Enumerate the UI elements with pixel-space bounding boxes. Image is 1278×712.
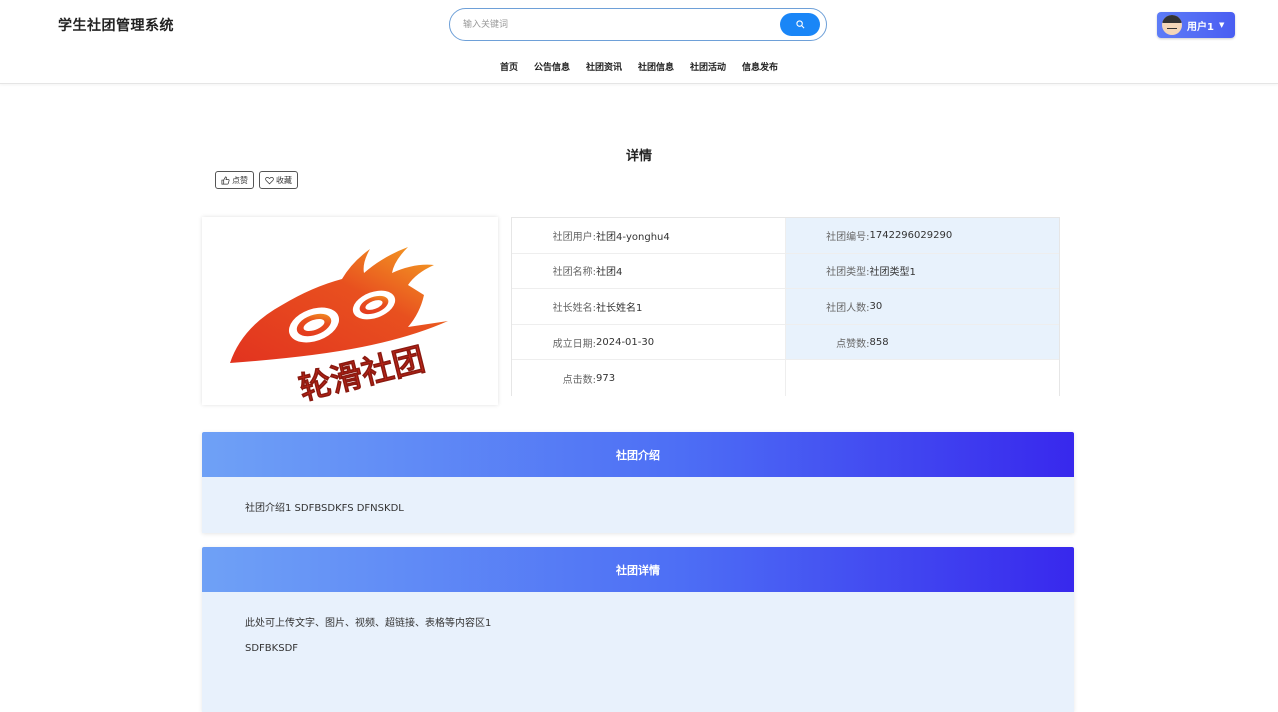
main-nav: 首页 公告信息 社团资讯 社团信息 社团活动 信息发布 (0, 60, 1278, 73)
founded-date-value: 2024-01-30 (596, 336, 655, 348)
club-detail-section: 社团详情 此处可上传文字、图片、视频、超链接、表格等内容区1 SDFBKSDF (202, 547, 1074, 712)
club-name-label: 社团名称: (552, 267, 596, 279)
like-count-label: 点赞数: (836, 338, 870, 350)
nav-home[interactable]: 首页 (500, 60, 518, 73)
user-menu-button[interactable]: 用户1 ▼ (1157, 12, 1235, 38)
club-type-label: 社团类型: (826, 267, 870, 279)
nav-club-activities[interactable]: 社团活动 (690, 60, 726, 73)
nav-announcements[interactable]: 公告信息 (534, 60, 570, 73)
user-name: 用户1 (1187, 21, 1214, 33)
club-user-value: 社团4-yonghu4 (596, 231, 670, 243)
top-header: 学生社团管理系统 用户1 ▼ 首页 公告信息 社团资讯 社团信息 社团活动 信息… (0, 0, 1278, 84)
click-count-label: 点击数: (562, 374, 596, 386)
nav-club-news[interactable]: 社团资讯 (586, 60, 622, 73)
club-user-label: 社团用户: (552, 231, 596, 243)
club-id-value: 1742296029290 (869, 229, 953, 241)
club-type-value: 社团类型1 (869, 267, 916, 279)
leader-name-value: 社长姓名1 (596, 302, 643, 314)
action-row: 点赞 收藏 (215, 171, 298, 189)
detail-line-1: 此处可上传文字、图片、视频、超链接、表格等内容区1 (245, 618, 492, 629)
search-bar (449, 8, 827, 41)
club-info-table: 社团用户: 社团4-yonghu4 社团编号: 1742296029290 社团名称… (511, 217, 1060, 396)
site-brand[interactable]: 学生社团管理系统 (58, 15, 174, 35)
search-button[interactable] (780, 13, 820, 36)
nav-publish[interactable]: 信息发布 (742, 60, 778, 73)
club-intro-title: 社团介绍 (202, 432, 1074, 477)
club-logo-card: 轮滑社团 (202, 217, 498, 405)
heart-icon (265, 176, 274, 184)
member-count-label: 社团人数: (826, 302, 870, 314)
like-label: 点赞 (232, 175, 248, 185)
club-detail-title: 社团详情 (202, 547, 1074, 592)
avatar (1162, 15, 1182, 35)
empty-cell (785, 360, 1059, 396)
club-logo-image: 轮滑社团 (230, 247, 448, 405)
favorite-label: 收藏 (276, 175, 292, 185)
info-row: 社长姓名: 社长姓名1 社团人数: 30 (512, 289, 1059, 325)
member-count-value: 30 (869, 300, 883, 312)
like-button[interactable]: 点赞 (215, 171, 254, 189)
club-intro-content: 社团介绍1 SDFBSDKFS DFNSKDL (202, 477, 1074, 533)
leader-name-label: 社长姓名: (552, 302, 596, 314)
page-title: 详情 (625, 149, 652, 164)
club-id-label: 社团编号: (826, 231, 870, 243)
click-count-value: 973 (596, 372, 616, 384)
search-input[interactable] (463, 16, 763, 34)
favorite-button[interactable]: 收藏 (259, 171, 298, 189)
info-row: 成立日期: 2024-01-30 点赞数: 858 (512, 324, 1059, 361)
search-icon (795, 20, 804, 29)
thumbs-up-icon (221, 176, 230, 184)
nav-club-info[interactable]: 社团信息 (638, 60, 674, 73)
detail-line-2: SDFBKSDF (245, 643, 299, 654)
club-intro-section: 社团介绍 社团介绍1 SDFBSDKFS DFNSKDL (202, 432, 1074, 533)
club-detail-content: 此处可上传文字、图片、视频、超链接、表格等内容区1 SDFBKSDF (202, 592, 1074, 712)
info-row: 社团名称: 社团4 社团类型: 社团类型1 (512, 253, 1059, 290)
info-row: 社团用户: 社团4-yonghu4 社团编号: 1742296029290 (512, 218, 1059, 254)
info-row: 点击数: 973 (512, 360, 1059, 396)
caret-down-icon: ▼ (1218, 21, 1225, 29)
like-count-value: 858 (869, 336, 889, 348)
club-name-value: 社团4 (596, 267, 623, 279)
founded-date-label: 成立日期: (552, 338, 596, 350)
